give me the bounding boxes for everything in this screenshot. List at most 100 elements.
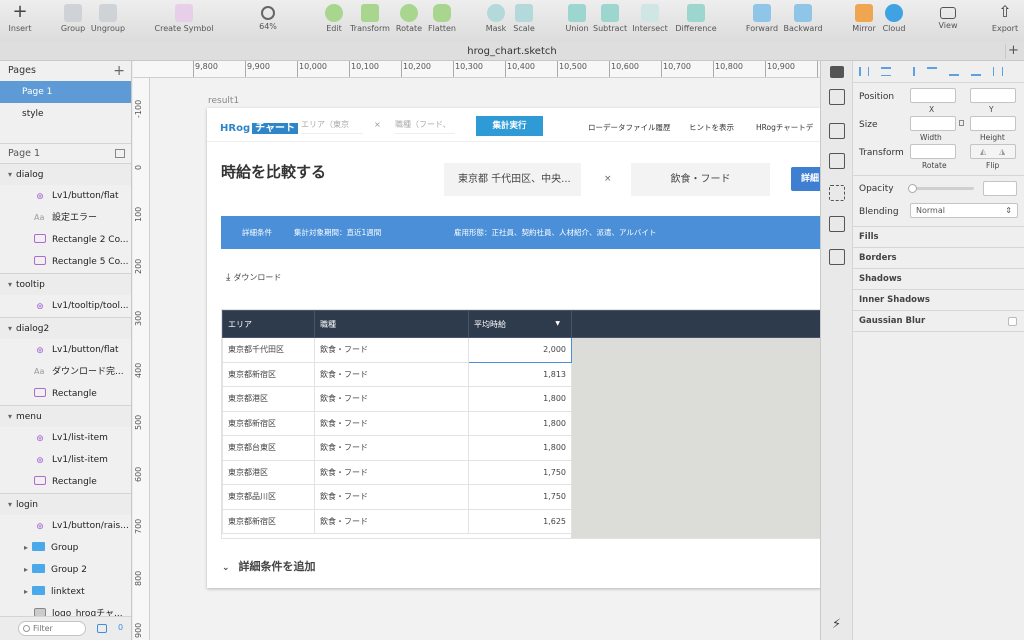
page-item-1[interactable]: Page 1 bbox=[0, 81, 131, 103]
disclosure-icon[interactable]: ▾ bbox=[4, 274, 16, 295]
layer-item[interactable]: ⊛ Lv1/button/flat bbox=[0, 185, 131, 207]
table-row[interactable]: 東京都港区 飲食・フード 1,800 bbox=[222, 386, 820, 412]
table-row[interactable]: 東京都品川区 飲食・フード 1,750 bbox=[222, 484, 820, 510]
table-row[interactable]: 東京都港区 飲食・フード 1,750 bbox=[222, 459, 820, 485]
subtract-button[interactable]: Subtract bbox=[593, 4, 627, 33]
layer-item[interactable]: ⊛ Lv1/list-item bbox=[0, 427, 131, 449]
layer-item[interactable]: ▾ menu bbox=[0, 405, 131, 427]
cloud-button[interactable]: Cloud bbox=[881, 4, 907, 33]
image-add-icon[interactable] bbox=[829, 249, 845, 265]
document-icon[interactable] bbox=[829, 153, 845, 169]
edit-button[interactable]: Edit bbox=[322, 4, 346, 33]
flip-horizontal-icon[interactable]: ◭ bbox=[980, 147, 986, 156]
rotate-button[interactable]: Rotate bbox=[395, 4, 423, 33]
add-page-button[interactable]: + bbox=[113, 61, 125, 81]
zoom-control[interactable]: 64% bbox=[244, 4, 292, 31]
sort-caret-icon[interactable]: ▼ bbox=[555, 320, 560, 327]
forward-button[interactable]: Forward bbox=[744, 4, 780, 33]
rotate-field[interactable] bbox=[910, 144, 956, 159]
opacity-slider[interactable] bbox=[908, 184, 974, 193]
export-button[interactable]: ⇧ Export bbox=[990, 4, 1020, 34]
flatten-button[interactable]: Flatten bbox=[427, 4, 457, 33]
table-row[interactable]: 東京都新宿区 飲食・フード 1,625 bbox=[222, 508, 820, 534]
layer-item[interactable]: ▾ dialog bbox=[0, 163, 131, 185]
page-item-style[interactable]: style bbox=[0, 103, 131, 125]
opacity-field[interactable] bbox=[983, 181, 1017, 196]
download-link[interactable]: ⤓ ダウンロード bbox=[226, 272, 281, 283]
layer-item[interactable]: Rectangle bbox=[0, 383, 131, 405]
new-tab-button[interactable]: + bbox=[1005, 44, 1021, 59]
view-button[interactable]: View bbox=[934, 4, 962, 30]
ungroup-button[interactable]: Ungroup bbox=[90, 4, 126, 33]
layer-item[interactable]: Rectangle 2 Co... bbox=[0, 229, 131, 251]
insert-button[interactable]: + Insert bbox=[5, 3, 35, 34]
union-button[interactable]: Union bbox=[564, 4, 590, 33]
flip-vertical-icon[interactable]: ◮ bbox=[999, 147, 1005, 156]
align-middle-icon[interactable] bbox=[949, 67, 959, 76]
table-row[interactable]: 東京都新宿区 飲食・フード 1,800 bbox=[222, 410, 820, 436]
mirror-button[interactable]: Mirror bbox=[850, 4, 878, 33]
align-left-icon[interactable] bbox=[859, 67, 869, 76]
layout-icon[interactable] bbox=[829, 185, 845, 201]
job-select[interactable]: 飲食・フード bbox=[631, 163, 770, 196]
section-gaussian-blur[interactable]: Gaussian Blur bbox=[853, 310, 1024, 331]
scale-button[interactable]: Scale bbox=[512, 4, 536, 33]
layer-item[interactable]: Aa ダウンロード完... bbox=[0, 361, 131, 383]
mask-button[interactable]: Mask bbox=[484, 4, 508, 33]
height-field[interactable] bbox=[970, 116, 1016, 131]
disclosure-icon[interactable]: ▸ bbox=[20, 537, 32, 559]
area-search-input[interactable]: エリア（東京 bbox=[301, 116, 363, 134]
area-select[interactable]: 東京都 千代田区、中央... bbox=[444, 163, 581, 196]
layer-item[interactable]: ▸ linktext bbox=[0, 581, 131, 603]
resize-icon[interactable] bbox=[829, 216, 845, 232]
position-x-field[interactable] bbox=[910, 88, 956, 103]
layer-item[interactable]: ⊛ Lv1/button/rais... bbox=[0, 515, 131, 537]
detail-button[interactable]: 詳細 bbox=[791, 167, 820, 191]
opacity-slider-knob[interactable] bbox=[908, 184, 917, 193]
width-field[interactable] bbox=[910, 116, 956, 131]
lightning-icon[interactable]: ⚡ bbox=[832, 617, 841, 632]
layer-item[interactable]: Aa 設定エラー bbox=[0, 207, 131, 229]
add-detail-toggle[interactable]: ⌄ 詳細条件を追加 bbox=[222, 558, 316, 574]
lock-icon[interactable] bbox=[959, 120, 964, 126]
backward-button[interactable]: Backward bbox=[783, 4, 823, 33]
align-center-icon[interactable] bbox=[881, 67, 891, 76]
artboard-result1[interactable]: HRog チャート エリア（東京 × 職種（フード、 集計実行 ローデータファイル… bbox=[207, 108, 820, 588]
layer-item[interactable]: ⊛ Lv1/list-item bbox=[0, 449, 131, 471]
align-right-icon[interactable] bbox=[905, 67, 915, 76]
disclosure-icon[interactable]: ▾ bbox=[4, 494, 16, 515]
blur-checkbox[interactable] bbox=[1008, 317, 1017, 326]
blending-select[interactable]: Normal ⇕ bbox=[910, 203, 1018, 218]
layer-item[interactable]: ▸ Group bbox=[0, 537, 131, 559]
flip-buttons[interactable]: ◭ ◮ bbox=[970, 144, 1016, 159]
section-inner-shadows[interactable]: Inner Shadows bbox=[853, 289, 1024, 310]
col-header-job[interactable]: 職種 bbox=[314, 310, 469, 338]
nav-raw-history[interactable]: ローデータファイル履歴 bbox=[588, 122, 671, 133]
intersect-button[interactable]: Intersect bbox=[632, 4, 668, 33]
disclosure-icon[interactable]: ▾ bbox=[4, 164, 16, 185]
section-fills[interactable]: Fills bbox=[853, 226, 1024, 247]
layer-item[interactable]: ⊛ Lv1/tooltip/tool... bbox=[0, 295, 131, 317]
disclosure-icon[interactable]: ▸ bbox=[20, 559, 32, 581]
artboard-name[interactable]: result1 bbox=[208, 96, 239, 106]
craft-icon[interactable] bbox=[830, 66, 844, 78]
layer-item[interactable]: Rectangle bbox=[0, 471, 131, 493]
disclosure-icon[interactable]: ▸ bbox=[20, 581, 32, 603]
disclosure-icon[interactable]: ▾ bbox=[4, 318, 16, 339]
create-symbol-button[interactable]: Create Symbol bbox=[154, 4, 214, 33]
nav-hrog-chart[interactable]: HRogチャートデ bbox=[756, 122, 813, 133]
canvas[interactable]: result1 HRog チャート エリア（東京 × 職種（フード、 集計実行 ロ… bbox=[150, 78, 820, 640]
collapse-icon[interactable] bbox=[115, 149, 125, 158]
layer-item[interactable]: Rectangle 5 Co... bbox=[0, 251, 131, 273]
section-borders[interactable]: Borders bbox=[853, 247, 1024, 268]
link-icon[interactable] bbox=[97, 624, 107, 633]
tray-icon[interactable] bbox=[829, 123, 845, 139]
col-header-area[interactable]: エリア bbox=[222, 310, 315, 338]
table-row[interactable]: 東京都台東区 飲食・フード 1,800 bbox=[222, 435, 820, 461]
table-row[interactable]: 東京都千代田区 飲食・フード 2,000 bbox=[222, 337, 820, 363]
layer-item[interactable]: ▾ login bbox=[0, 493, 131, 515]
run-aggregation-button[interactable]: 集計実行 bbox=[476, 116, 543, 136]
share-icon[interactable] bbox=[829, 89, 845, 105]
align-top-icon[interactable] bbox=[927, 67, 937, 76]
distribute-icon[interactable] bbox=[993, 67, 1003, 76]
